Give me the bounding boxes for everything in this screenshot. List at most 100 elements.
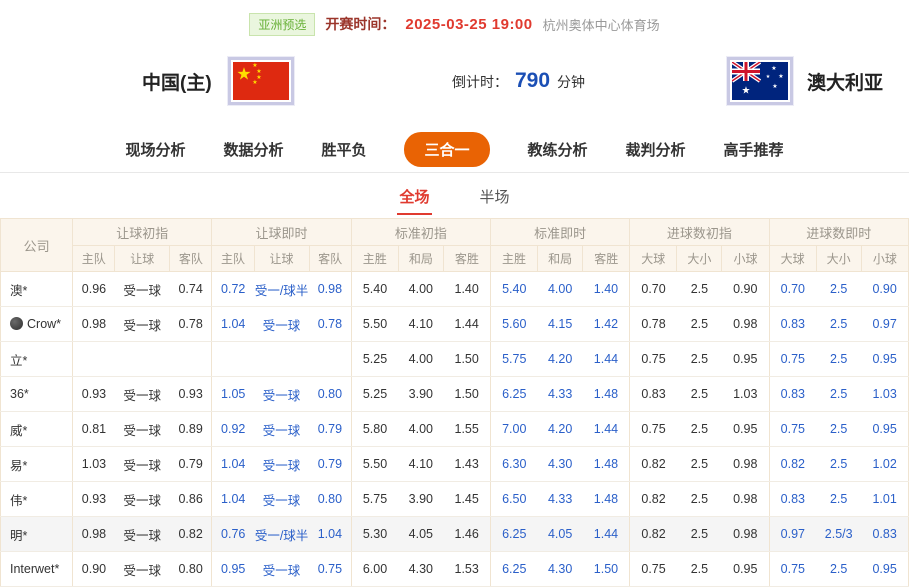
odds-cell[interactable]: 1.45 (443, 482, 490, 517)
odds-cell[interactable]: 2.5 (816, 412, 861, 447)
odds-cell[interactable]: 5.50 (351, 447, 398, 482)
odds-cell[interactable]: 1.48 (583, 482, 630, 517)
odds-cell[interactable]: 0.75 (769, 552, 816, 587)
odds-cell[interactable]: 0.97 (769, 517, 816, 552)
odds-cell[interactable]: 受一球 (115, 482, 170, 517)
odds-cell[interactable]: 受一球 (254, 307, 309, 342)
odds-cell[interactable]: 0.95 (212, 552, 254, 587)
odds-cell[interactable]: 1.04 (212, 482, 254, 517)
odds-cell[interactable]: 2.5 (816, 482, 861, 517)
odds-cell[interactable]: 4.30 (398, 552, 443, 587)
odds-cell[interactable]: 受一球 (115, 377, 170, 412)
odds-cell[interactable]: 0.83 (630, 377, 677, 412)
odds-cell[interactable] (309, 342, 351, 377)
odds-cell[interactable]: 0.86 (170, 482, 212, 517)
company-cell[interactable]: 立* (1, 342, 73, 377)
odds-cell[interactable]: 0.82 (769, 447, 816, 482)
odds-cell[interactable]: 1.43 (443, 447, 490, 482)
odds-cell[interactable]: 0.70 (769, 272, 816, 307)
odds-cell[interactable]: 1.05 (212, 377, 254, 412)
odds-cell[interactable]: 0.95 (861, 552, 908, 587)
odds-cell[interactable]: 2.5 (677, 307, 722, 342)
odds-cell[interactable]: 0.82 (630, 482, 677, 517)
company-cell[interactable]: 36* (1, 377, 73, 412)
odds-cell[interactable]: 1.01 (861, 482, 908, 517)
odds-cell[interactable]: 受一球 (254, 482, 309, 517)
odds-cell[interactable]: 6.25 (490, 377, 537, 412)
odds-cell[interactable]: 5.75 (490, 342, 537, 377)
odds-cell[interactable]: 0.93 (170, 377, 212, 412)
company-cell[interactable]: 澳* (1, 272, 73, 307)
odds-cell[interactable]: 0.75 (630, 342, 677, 377)
odds-cell[interactable]: 0.98 (722, 447, 769, 482)
nav-tab[interactable]: 胜平负 (321, 139, 366, 160)
odds-cell[interactable]: 0.95 (722, 342, 769, 377)
odds-cell[interactable]: 2.5 (816, 447, 861, 482)
odds-cell[interactable]: 0.80 (170, 552, 212, 587)
odds-cell[interactable]: 受一球 (115, 307, 170, 342)
odds-cell[interactable]: 1.50 (443, 377, 490, 412)
odds-cell[interactable]: 0.83 (769, 482, 816, 517)
sub-tab[interactable]: 半场 (478, 177, 512, 215)
odds-cell[interactable]: 4.00 (538, 272, 583, 307)
odds-cell[interactable]: 0.82 (170, 517, 212, 552)
odds-cell[interactable]: 4.33 (538, 377, 583, 412)
odds-cell[interactable] (73, 342, 115, 377)
odds-cell[interactable]: 3.90 (398, 377, 443, 412)
odds-cell[interactable]: 0.78 (170, 307, 212, 342)
odds-cell[interactable]: 0.89 (170, 412, 212, 447)
odds-cell[interactable]: 6.25 (490, 517, 537, 552)
odds-cell[interactable]: 0.95 (722, 552, 769, 587)
odds-cell[interactable]: 1.55 (443, 412, 490, 447)
odds-cell[interactable]: 0.90 (722, 272, 769, 307)
odds-cell[interactable]: 0.75 (630, 552, 677, 587)
odds-cell[interactable]: 0.79 (309, 412, 351, 447)
odds-cell[interactable]: 5.40 (351, 272, 398, 307)
odds-cell[interactable]: 5.75 (351, 482, 398, 517)
odds-cell[interactable]: 受一球 (115, 412, 170, 447)
nav-tab[interactable]: 三合一 (404, 132, 489, 167)
odds-cell[interactable]: 6.30 (490, 447, 537, 482)
odds-cell[interactable]: 0.75 (769, 412, 816, 447)
odds-cell[interactable] (254, 342, 309, 377)
odds-cell[interactable]: 受一球 (254, 552, 309, 587)
odds-cell[interactable]: 6.50 (490, 482, 537, 517)
odds-cell[interactable]: 0.83 (861, 517, 908, 552)
odds-cell[interactable]: 2.5 (816, 342, 861, 377)
odds-cell[interactable]: 1.44 (583, 342, 630, 377)
odds-cell[interactable]: 0.98 (73, 307, 115, 342)
odds-cell[interactable]: 6.00 (351, 552, 398, 587)
company-cell[interactable]: 伟* (1, 482, 73, 517)
odds-cell[interactable]: 2.5 (816, 307, 861, 342)
odds-cell[interactable]: 0.98 (722, 517, 769, 552)
odds-cell[interactable]: 0.95 (722, 412, 769, 447)
odds-cell[interactable]: 0.93 (73, 377, 115, 412)
odds-cell[interactable] (170, 342, 212, 377)
odds-cell[interactable]: 1.02 (861, 447, 908, 482)
odds-cell[interactable]: 4.20 (538, 412, 583, 447)
odds-cell[interactable]: 5.25 (351, 377, 398, 412)
nav-tab[interactable]: 现场分析 (125, 139, 185, 160)
odds-cell[interactable]: 受一/球半 (254, 272, 309, 307)
nav-tab[interactable]: 数据分析 (223, 139, 283, 160)
company-cell[interactable]: 易* (1, 447, 73, 482)
company-cell[interactable]: 明* (1, 517, 73, 552)
odds-cell[interactable]: 5.40 (490, 272, 537, 307)
company-cell[interactable]: 威* (1, 412, 73, 447)
odds-cell[interactable]: 受一/球半 (254, 517, 309, 552)
odds-cell[interactable]: 2.5 (677, 482, 722, 517)
odds-cell[interactable]: 0.96 (73, 272, 115, 307)
company-cell[interactable]: Interwet* (1, 552, 73, 587)
odds-cell[interactable]: 0.90 (861, 272, 908, 307)
odds-cell[interactable]: 0.83 (769, 307, 816, 342)
odds-cell[interactable]: 4.15 (538, 307, 583, 342)
odds-cell[interactable]: 1.40 (583, 272, 630, 307)
odds-cell[interactable]: 1.53 (443, 552, 490, 587)
odds-cell[interactable]: 2.5 (816, 272, 861, 307)
odds-cell[interactable]: 0.92 (212, 412, 254, 447)
odds-cell[interactable]: 4.10 (398, 307, 443, 342)
odds-cell[interactable]: 2.5 (677, 517, 722, 552)
odds-cell[interactable]: 1.48 (583, 377, 630, 412)
odds-cell[interactable]: 1.40 (443, 272, 490, 307)
odds-cell[interactable]: 5.60 (490, 307, 537, 342)
